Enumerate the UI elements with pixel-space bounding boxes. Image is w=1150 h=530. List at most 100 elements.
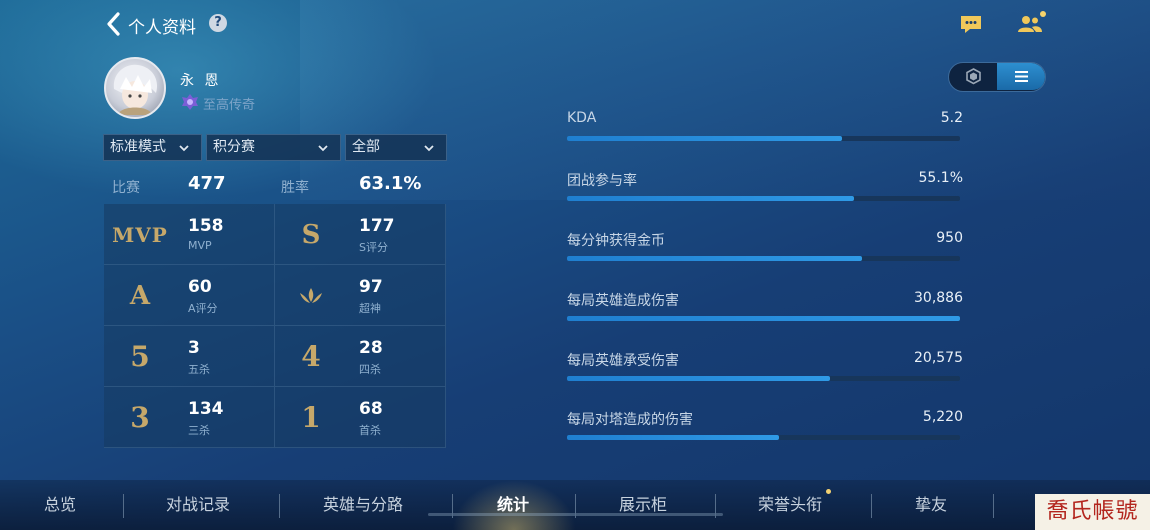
s-rating-badge-icon: S <box>301 219 321 250</box>
watermark: 喬氏帳號 <box>1035 494 1150 530</box>
stat-bar-track <box>567 316 960 321</box>
stat-label: 每局英雄承受伤害 <box>567 353 679 369</box>
quadra-kill-label: 四杀 <box>359 363 381 376</box>
avatar[interactable] <box>104 57 166 119</box>
stat-kda: KDA 5.2 <box>567 110 963 150</box>
triple-kill-count: 134 <box>188 399 224 419</box>
stat-label: KDA <box>567 110 597 126</box>
penta-kill-label: 五杀 <box>188 363 210 376</box>
stat-bar-fill <box>567 256 862 261</box>
mode-dropdown[interactable]: 标准模式 <box>103 134 202 161</box>
page-title: 个人资料 <box>128 18 196 38</box>
grid-cell-legendary: 97 超神 <box>275 265 446 326</box>
triple-kill-label: 三杀 <box>188 424 210 437</box>
stat-bar-fill <box>567 376 831 381</box>
mvp-label: MVP <box>188 239 212 252</box>
honor-titles-notification-dot <box>826 489 831 494</box>
stat-bar-track <box>567 435 960 440</box>
stat-label: 每分钟获得金币 <box>567 233 665 249</box>
tab-honor-titles[interactable]: 荣誉头衔 <box>758 491 822 515</box>
first-blood-badge-icon: 1 <box>301 401 321 434</box>
grid-cell-mvp: MVP 158 MVP <box>104 204 275 265</box>
stat-value: 20,575 <box>914 350 963 366</box>
match-type-dropdown[interactable]: 积分赛 <box>206 134 341 161</box>
rank-icon <box>182 94 198 110</box>
bottom-nav: 总览 对战记录 英雄与分路 统计 展示柜 荣誉头衔 挚友 <box>0 480 1150 530</box>
help-icon[interactable]: ? <box>209 14 227 32</box>
view-toggle[interactable] <box>948 62 1046 92</box>
grid-cell-penta-kill: 5 3 五杀 <box>104 326 275 387</box>
quadra-kill-count: 28 <box>359 338 383 358</box>
tab-heroes-and-lanes[interactable]: 英雄与分路 <box>323 491 403 515</box>
stat-hero-damage-dealt: 每局英雄造成伤害 30,886 <box>567 290 963 330</box>
tab-best-friends[interactable]: 挚友 <box>915 491 947 515</box>
player-name: 永 恩 <box>180 73 222 89</box>
chevron-down-icon <box>179 145 189 152</box>
stat-value: 55.1% <box>918 170 963 186</box>
view-hex-option[interactable] <box>949 63 998 90</box>
triple-kill-badge-icon: 3 <box>130 401 150 434</box>
nav-divider <box>452 494 453 518</box>
a-rating-count: 60 <box>188 277 212 297</box>
stat-label: 每局对塔造成的伤害 <box>567 412 693 428</box>
stat-bar-fill <box>567 435 780 440</box>
grid-cell-quadra-kill: 4 28 四杀 <box>275 326 446 387</box>
stat-bar-fill <box>567 136 843 141</box>
stat-label: 团战参与率 <box>567 173 637 189</box>
stat-bar-track <box>567 136 960 141</box>
list-icon <box>1015 71 1028 82</box>
nav-divider <box>575 494 576 518</box>
grid-cell-s-rating: S 177 S评分 <box>275 204 446 265</box>
stat-tower-damage: 每局对塔造成的伤害 5,220 <box>567 409 963 449</box>
matches-label: 比赛 <box>112 180 140 196</box>
tab-showcase[interactable]: 展示柜 <box>619 491 667 515</box>
stat-teamfight-participation: 团战参与率 55.1% <box>567 170 963 210</box>
scope-dropdown[interactable]: 全部 <box>345 134 447 161</box>
scope-dropdown-value: 全部 <box>352 139 380 155</box>
tab-match-history[interactable]: 对战记录 <box>166 491 230 515</box>
chat-icon[interactable] <box>958 12 984 36</box>
stat-bar-fill <box>567 316 960 321</box>
match-type-dropdown-value: 积分赛 <box>213 139 255 155</box>
legendary-label: 超神 <box>359 302 381 315</box>
winrate-value: 63.1% <box>359 173 422 194</box>
stat-gold-per-minute: 每分钟获得金币 950 <box>567 230 963 270</box>
mvp-badge-icon: MVP <box>112 222 168 247</box>
a-rating-label: A评分 <box>188 302 218 315</box>
back-arrow-icon[interactable] <box>104 12 124 36</box>
chevron-down-icon <box>424 145 434 152</box>
matches-value: 477 <box>188 173 226 194</box>
tab-statistics[interactable]: 统计 <box>497 491 529 515</box>
nav-divider <box>123 494 124 518</box>
achievement-grid: MVP 158 MVP S 177 S评分 A 60 A评分 97 超神 5 3… <box>104 204 446 448</box>
legendary-badge-icon <box>275 265 347 326</box>
stat-value: 5,220 <box>922 409 963 425</box>
stat-bar-track <box>567 376 960 381</box>
stat-value: 30,886 <box>914 290 963 306</box>
stat-value: 950 <box>936 230 963 246</box>
first-blood-count: 68 <box>359 399 383 419</box>
mvp-count: 158 <box>188 216 224 236</box>
hexagon-icon <box>966 68 981 85</box>
nav-divider <box>993 494 994 518</box>
rank-title: 至高传奇 <box>203 98 256 113</box>
stat-bar-track <box>567 256 960 261</box>
view-list-option[interactable] <box>997 63 1045 90</box>
nav-divider <box>715 494 716 518</box>
chevron-down-icon <box>318 145 328 152</box>
friends-icon[interactable] <box>1017 12 1043 36</box>
stat-value: 5.2 <box>940 110 963 126</box>
quadra-kill-badge-icon: 4 <box>301 340 321 373</box>
stat-bar-fill <box>567 196 854 201</box>
nav-divider <box>871 494 872 518</box>
grid-cell-triple-kill: 3 134 三杀 <box>104 387 275 448</box>
grid-cell-first-blood: 1 68 首杀 <box>275 387 446 448</box>
stat-hero-damage-taken: 每局英雄承受伤害 20,575 <box>567 350 963 390</box>
stat-label: 每局英雄造成伤害 <box>567 293 679 309</box>
mode-dropdown-value: 标准模式 <box>110 139 166 155</box>
friends-notification-dot <box>1040 11 1046 17</box>
penta-kill-count: 3 <box>188 338 200 358</box>
grid-cell-a-rating: A 60 A评分 <box>104 265 275 326</box>
tab-overview[interactable]: 总览 <box>44 491 76 515</box>
s-rating-count: 177 <box>359 216 395 236</box>
